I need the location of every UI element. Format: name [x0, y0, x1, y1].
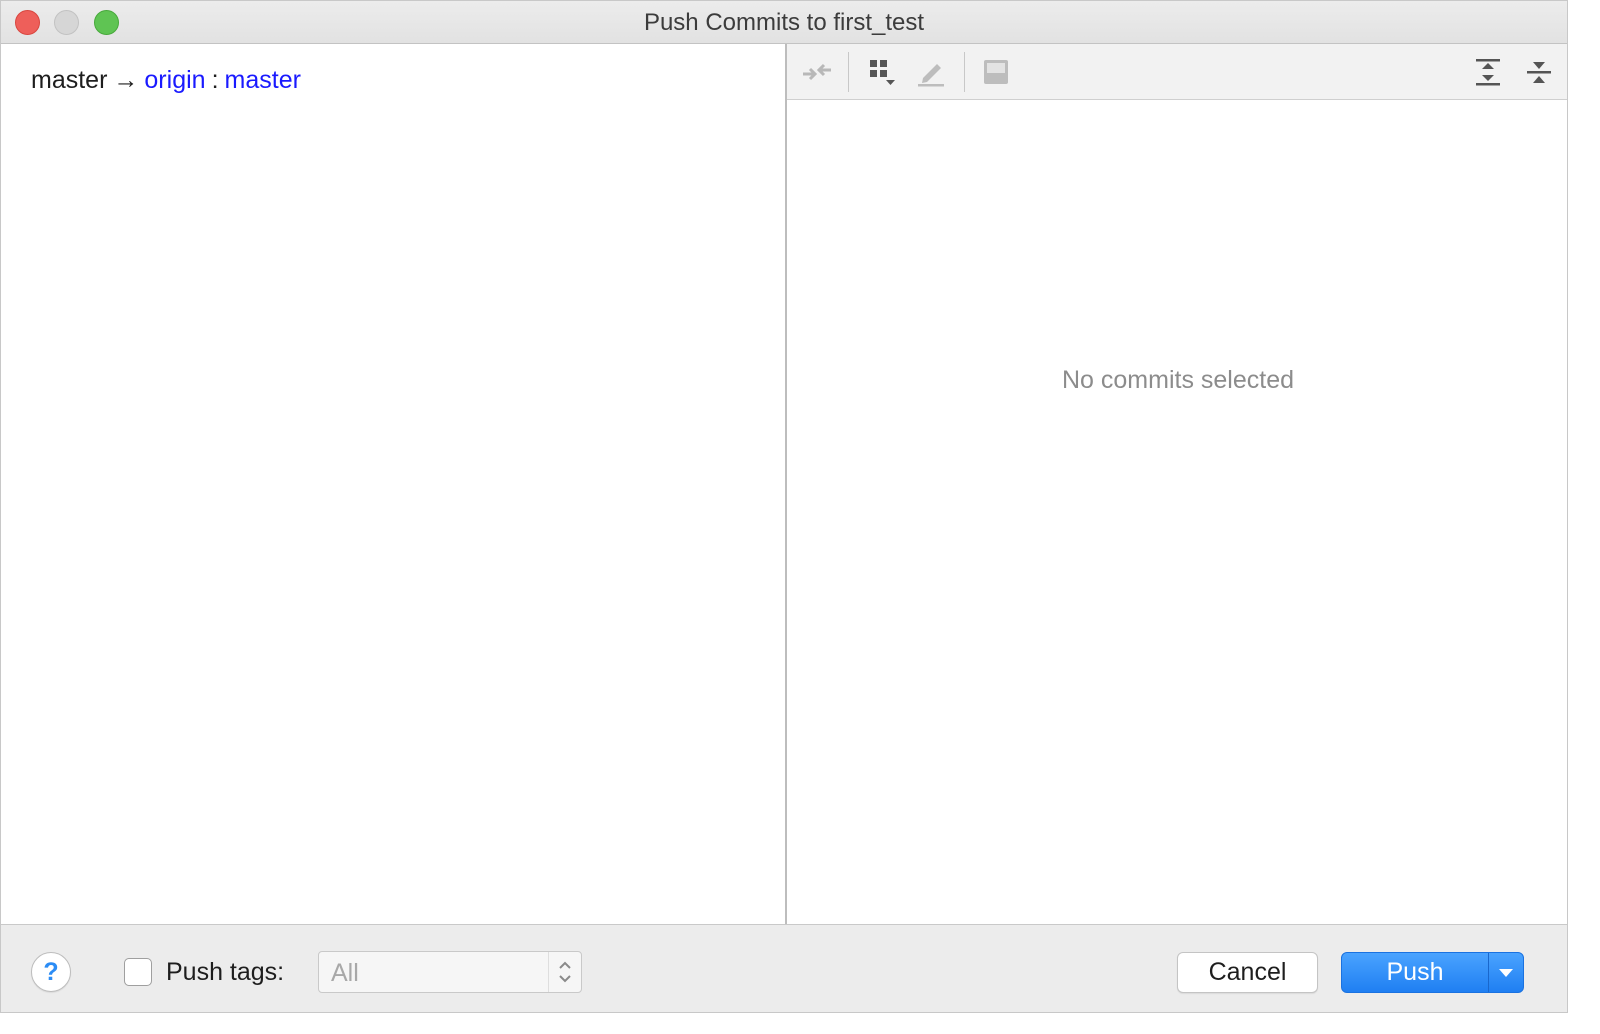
push-tags-select[interactable]: All — [318, 951, 582, 993]
push-tags-select-value: All — [331, 959, 359, 987]
commit-details-pane: No commits selected — [787, 44, 1567, 924]
remote-branch-link[interactable]: master — [225, 66, 301, 94]
push-tags-checkbox[interactable] — [124, 958, 152, 986]
local-branch-label: master — [31, 66, 108, 94]
push-button-label[interactable]: Push — [1342, 953, 1488, 992]
changes-toolbar — [787, 44, 1567, 100]
expand-all-icon[interactable] — [1470, 54, 1506, 90]
empty-state-message: No commits selected — [1061, 366, 1295, 394]
collapse-all-icon[interactable] — [1521, 54, 1557, 90]
help-button[interactable]: ? — [31, 952, 71, 992]
edit-source-icon[interactable] — [913, 54, 949, 90]
toolbar-separator — [964, 52, 965, 92]
group-by-icon[interactable] — [863, 54, 899, 90]
push-target-row[interactable]: master → origin: master — [31, 66, 301, 95]
remote-separator: : — [211, 66, 219, 94]
push-button[interactable]: Push — [1341, 952, 1524, 993]
title-bar: Push Commits to first_test — [1, 1, 1567, 44]
push-options-dropdown[interactable] — [1489, 953, 1523, 992]
chevron-up-down-icon — [548, 952, 581, 992]
window-title: Push Commits to first_test — [643, 9, 925, 36]
dialog-footer: ? Push tags: All Cancel Push — [1, 924, 1567, 1012]
remote-link[interactable]: origin — [144, 66, 205, 94]
chevron-down-icon — [1499, 968, 1513, 977]
push-tags-label[interactable]: Push tags: — [166, 958, 284, 987]
push-commits-dialog: Push Commits to first_test master → origin… — [0, 0, 1568, 1013]
collapse-arrows-icon[interactable] — [799, 54, 835, 90]
toolbar-separator — [848, 52, 849, 92]
push-targets-pane: master → origin: master — [1, 44, 785, 924]
cancel-button[interactable]: Cancel — [1177, 952, 1318, 993]
push-arrow-icon: → — [113, 66, 139, 94]
preview-diff-icon[interactable] — [978, 54, 1014, 90]
